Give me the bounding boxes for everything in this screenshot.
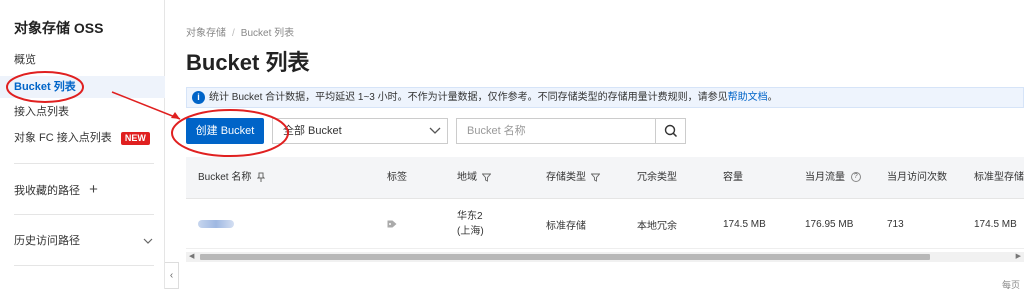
- help-icon[interactable]: ?: [850, 172, 861, 183]
- sidebar-favorites[interactable]: 我收藏的路径 +: [14, 180, 154, 200]
- column-header-label: Bucket 名称: [198, 172, 252, 183]
- notice-text: 统计 Bucket 合计数据，平均延迟 1~3 小时。不作为计量数据，仅作参考。…: [209, 92, 728, 103]
- chevron-down-icon[interactable]: [142, 231, 154, 258]
- table-header: Bucket 名称 标签 地域 存储类型 冗余类型 容量 当月流量 ? 当月访问…: [186, 157, 1024, 199]
- bucket-search-input[interactable]: [457, 119, 653, 143]
- bucket-name-cell[interactable]: [198, 199, 234, 249]
- filter-icon[interactable]: [481, 173, 491, 182]
- notice-suffix: 。: [767, 92, 778, 103]
- info-icon: i: [192, 91, 205, 104]
- column-header-monthly-traffic: 当月流量 ?: [805, 157, 861, 199]
- column-header-redundancy: 冗余类型: [637, 172, 677, 183]
- sidebar-item-bucket-list[interactable]: Bucket 列表: [0, 76, 165, 98]
- tags-cell[interactable]: [387, 199, 397, 249]
- filter-icon[interactable]: [590, 173, 600, 182]
- sidebar-item-label: 接入点列表: [14, 106, 69, 118]
- breadcrumb-item-current: Bucket 列表: [240, 28, 295, 39]
- breadcrumb-separator: /: [232, 28, 235, 39]
- sidebar: 对象存储 OSS 概览 Bucket 列表 接入点列表 对象 FC 接入点列表 …: [0, 0, 165, 289]
- column-header-name: Bucket 名称: [198, 157, 266, 199]
- monthly-requests-cell: 713: [887, 218, 904, 230]
- column-header-tags: 标签: [387, 172, 407, 183]
- sidebar-item-fc-access-points[interactable]: 对象 FC 接入点列表 NEW: [0, 127, 165, 149]
- help-doc-link[interactable]: 帮助文档: [728, 92, 768, 103]
- history-label: 历史访问路径: [14, 235, 80, 247]
- redundancy-cell: 本地冗余: [637, 220, 677, 232]
- sidebar-divider: [14, 214, 154, 215]
- breadcrumb-item[interactable]: 对象存储: [186, 28, 226, 39]
- sidebar-item-overview[interactable]: 概览: [0, 49, 165, 71]
- bucket-filter-select[interactable]: 全部 Bucket: [272, 118, 448, 144]
- sidebar-title: 对象存储 OSS: [14, 20, 104, 36]
- scroll-left-icon[interactable]: ◀: [189, 252, 194, 262]
- column-header-region[interactable]: 地域: [457, 157, 491, 199]
- column-header-label: 当月流量: [805, 172, 845, 183]
- add-favorite-icon[interactable]: +: [89, 181, 98, 198]
- storage-type-cell: 标准存储: [546, 220, 586, 232]
- sidebar-item-access-points[interactable]: 接入点列表: [0, 101, 165, 123]
- column-header-capacity: 容量: [723, 172, 743, 183]
- bucket-name-link[interactable]: [198, 220, 234, 228]
- table-row[interactable]: 华东2 (上海) 标准存储 本地冗余 174.5 MB 176.95 MB 71…: [186, 199, 1024, 249]
- page-title: Bucket 列表: [186, 50, 310, 75]
- scroll-right-icon[interactable]: ▶: [1016, 252, 1021, 262]
- sidebar-divider: [14, 163, 154, 164]
- bucket-search: [456, 118, 686, 144]
- pin-icon[interactable]: [257, 172, 266, 183]
- horizontal-scrollbar[interactable]: ◀ ▶: [186, 252, 1024, 262]
- filter-selected-value: 全部 Bucket: [283, 125, 342, 137]
- search-button[interactable]: [655, 119, 685, 143]
- column-header-storage-type[interactable]: 存储类型: [546, 157, 600, 199]
- search-icon: [664, 124, 678, 138]
- new-badge: NEW: [120, 131, 150, 145]
- tag-icon[interactable]: [387, 220, 397, 228]
- sidebar-item-label: Bucket 列表: [14, 81, 76, 93]
- sidebar-history[interactable]: 历史访问路径: [14, 231, 154, 251]
- console-root: 对象存储 OSS 概览 Bucket 列表 接入点列表 对象 FC 接入点列表 …: [0, 0, 1024, 289]
- breadcrumb: 对象存储 / Bucket 列表: [186, 24, 294, 39]
- create-bucket-button[interactable]: 创建 Bucket: [186, 118, 264, 144]
- column-header-label: 存储类型: [546, 172, 586, 183]
- info-notice: i 统计 Bucket 合计数据，平均延迟 1~3 小时。不作为计量数据，仅作参…: [186, 87, 1024, 108]
- favorites-label: 我收藏的路径: [14, 185, 80, 197]
- monthly-traffic-cell: 176.95 MB: [805, 218, 854, 230]
- region-line: (上海): [457, 226, 484, 237]
- standard-storage-cell: 174.5 MB: [974, 218, 1017, 230]
- chevron-down-icon: [429, 119, 441, 151]
- sidebar-divider: [14, 265, 154, 266]
- region-line: 华东2: [457, 211, 483, 222]
- column-header-standard-storage: 标准型存储: [974, 172, 1024, 183]
- sidebar-item-label: 概览: [14, 54, 36, 66]
- column-header-monthly-requests: 当月访问次数: [887, 172, 947, 183]
- column-header-label: 地域: [457, 172, 477, 183]
- capacity-cell: 174.5 MB: [723, 218, 766, 230]
- main-content: 对象存储 / Bucket 列表 Bucket 列表 i 统计 Bucket 合计数…: [166, 0, 1024, 289]
- scrollbar-thumb[interactable]: [200, 254, 930, 260]
- sidebar-item-label: 对象 FC 接入点列表: [14, 132, 112, 144]
- pagination-label: 每页: [1001, 280, 1020, 289]
- region-cell: 华东2 (上海): [457, 199, 484, 249]
